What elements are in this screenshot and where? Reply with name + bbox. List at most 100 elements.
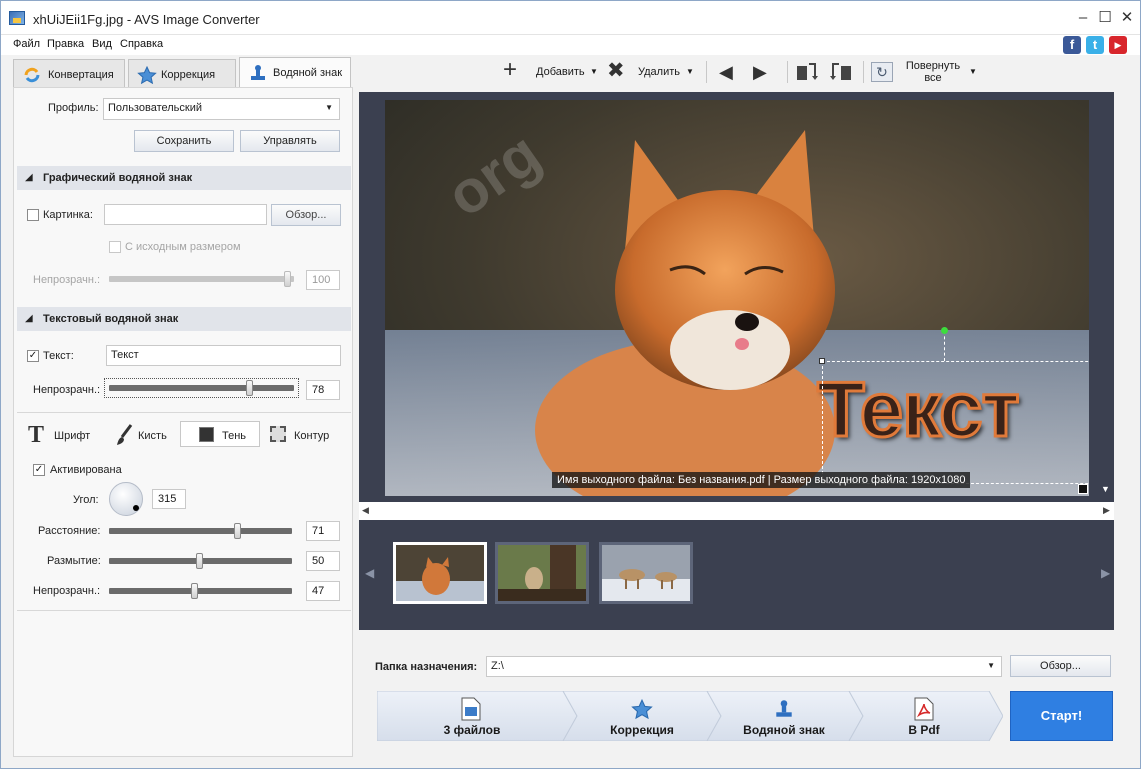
next-button[interactable]: ▶ [753, 57, 775, 87]
pdf-file-icon [914, 697, 934, 721]
preview-image[interactable]: org Текст Имя выходного файла: Без назва… [385, 100, 1089, 496]
save-profile-button[interactable]: Сохранить [134, 130, 234, 152]
toolbar-separator [706, 61, 707, 83]
rotate-all-button[interactable]: ↻ Повернуть все ▼ [871, 57, 981, 87]
menu-edit[interactable]: Правка [47, 38, 84, 50]
font-tab-label: Шрифт [54, 430, 91, 442]
shadow-activated-checkbox[interactable]: ✓ [33, 464, 45, 476]
scroll-left-icon[interactable]: ◀ [365, 566, 374, 580]
outline-tab[interactable]: Контур [270, 422, 342, 448]
picture-checkbox[interactable] [27, 209, 39, 221]
menu-help[interactable]: Справка [120, 38, 163, 50]
step-watermark-label: Водяной знак [743, 723, 825, 737]
distance-label: Расстояние: [38, 525, 101, 537]
text-checkbox[interactable]: ✓ [27, 350, 39, 362]
rotate-all-label-line1: Повернуть [905, 60, 961, 72]
destination-row: Папка назначения: Z:\ ▼ Обзор... [359, 646, 1129, 686]
rotate-right-button[interactable] [829, 57, 855, 87]
youtube-icon[interactable]: ▶ [1109, 36, 1127, 54]
delete-button[interactable]: ✖ Удалить ▼ [607, 57, 699, 87]
manage-profile-button[interactable]: Управлять [240, 130, 340, 152]
step-pdf-label: В Pdf [908, 723, 940, 737]
step-pdf[interactable]: В Pdf [869, 691, 979, 741]
angle-dial[interactable] [109, 482, 143, 516]
angle-dial-knob[interactable] [133, 505, 139, 511]
destination-browse-button[interactable]: Обзор... [1010, 655, 1111, 677]
picture-browse-button[interactable]: Обзор... [271, 204, 341, 226]
text-opacity-input[interactable]: 78 [306, 380, 340, 400]
graphic-opacity-slider[interactable] [109, 271, 294, 287]
add-button[interactable]: + Добавить ▼ [503, 56, 603, 87]
previous-button[interactable]: ◀ [719, 57, 741, 87]
plus-icon: + [503, 56, 518, 83]
facebook-icon[interactable]: f [1063, 36, 1081, 54]
scroll-right-icon[interactable]: ▶ [1103, 505, 1110, 516]
text-opacity-slider[interactable] [109, 380, 294, 396]
workflow-steps: 3 файлов Коррекция Водяной знак В Pdf [377, 691, 1003, 741]
thumbnail-strip: ◀ ▶ [359, 520, 1114, 630]
rotate-handle[interactable] [941, 327, 948, 334]
scroll-right-icon[interactable]: ▶ [1101, 566, 1110, 580]
graphic-opacity-input[interactable]: 100 [306, 270, 340, 290]
output-file-status: Имя выходного файла: Без названия.pdf | … [552, 472, 971, 488]
blur-slider[interactable] [109, 553, 292, 569]
destination-label: Папка назначения: [375, 661, 478, 673]
tab-conversion[interactable]: Конвертация [13, 59, 125, 87]
rotate-left-icon [797, 63, 818, 80]
window-title: xhUiJEii1Fg.jpg - AVS Image Converter [33, 12, 260, 27]
rotate-all-label: Повернуть все [905, 60, 961, 84]
profile-select[interactable]: Пользовательский ▼ [103, 98, 340, 120]
destination-select[interactable]: Z:\ ▼ [486, 656, 1002, 677]
horizontal-scrollbar[interactable]: ◀ ▶ [359, 502, 1114, 520]
step-correction[interactable]: Коррекция [587, 691, 697, 741]
scroll-left-icon[interactable]: ◀ [362, 505, 369, 516]
rotate-left-button[interactable] [795, 57, 821, 87]
menu-view[interactable]: Вид [92, 38, 112, 50]
minimize-button[interactable]: – [1072, 8, 1094, 28]
maximize-button[interactable]: ☐ [1094, 8, 1116, 28]
angle-input[interactable]: 315 [152, 489, 186, 509]
shadow-opacity-slider[interactable] [109, 583, 292, 599]
shadow-opacity-input[interactable]: 47 [306, 581, 340, 601]
resize-handle[interactable] [1078, 484, 1088, 494]
slider-thumb[interactable] [191, 583, 198, 599]
tab-correction[interactable]: Коррекция [128, 59, 236, 87]
slider-thumb[interactable] [196, 553, 203, 569]
slider-thumb[interactable] [284, 271, 291, 287]
menu-file[interactable]: Файл [13, 38, 40, 50]
twitter-icon[interactable]: t [1086, 36, 1104, 54]
brush-tab[interactable]: Кисть [116, 422, 178, 448]
slider-thumb[interactable] [234, 523, 241, 539]
deer-thumbnail[interactable] [599, 542, 693, 604]
close-button[interactable]: ✕ [1116, 8, 1138, 28]
slider-thumb[interactable] [246, 380, 253, 396]
destination-value: Z:\ [491, 660, 504, 672]
toolbar-separator [863, 61, 864, 83]
font-tab[interactable]: T Шрифт [28, 422, 98, 448]
scroll-down-icon[interactable]: ▼ [1101, 484, 1110, 494]
fox-thumbnail[interactable] [393, 542, 487, 604]
rotate-all-label-line2: все [924, 72, 942, 84]
shadow-tab[interactable]: Тень [180, 421, 260, 447]
step-files[interactable]: 3 файлов [417, 691, 527, 741]
watermark-selection-box[interactable] [819, 358, 1089, 484]
tab-watermark-label: Водяной знак [273, 67, 343, 79]
graphic-watermark-header[interactable]: ◢ Графический водяной знак [17, 166, 351, 190]
watermark-text-field[interactable]: Текст [106, 345, 341, 366]
checkmark-icon: ✓ [28, 350, 38, 361]
distance-input[interactable]: 71 [306, 521, 340, 541]
brush-icon [117, 424, 133, 445]
picture-path-field[interactable] [104, 204, 267, 225]
owl-thumbnail[interactable] [495, 542, 589, 604]
distance-slider[interactable] [109, 523, 292, 539]
step-watermark[interactable]: Водяной знак [729, 691, 839, 741]
blur-input[interactable]: 50 [306, 551, 340, 571]
tab-watermark[interactable]: Водяной знак [239, 57, 351, 88]
text-watermark-header[interactable]: ◢ Текстовый водяной знак [17, 307, 351, 331]
start-button[interactable]: Старт! [1010, 691, 1113, 741]
star-icon [137, 66, 157, 84]
original-size-checkbox[interactable] [109, 241, 121, 253]
step-correction-label: Коррекция [610, 723, 674, 737]
shadow-activated-label: Активирована [50, 464, 122, 476]
resize-handle[interactable] [819, 358, 825, 364]
